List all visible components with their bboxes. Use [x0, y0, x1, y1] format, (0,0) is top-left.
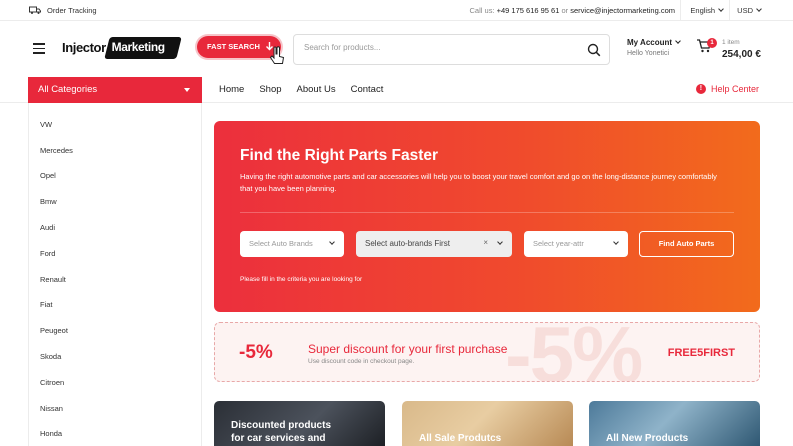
category-item-audi[interactable]: Audi	[40, 223, 55, 232]
auto-model-select[interactable]: Select auto-brands First ×	[356, 231, 512, 257]
category-item-nissan[interactable]: Nissan	[40, 404, 63, 413]
contact-prefix: Call us:	[469, 6, 495, 15]
year-select[interactable]: Select year-attr	[524, 231, 628, 257]
logo-badge: Marketing	[104, 37, 182, 59]
nav-shop[interactable]: Shop	[259, 84, 281, 95]
promo-card-title-line2: for car services and	[231, 433, 326, 444]
promo-card-title: Discounted products	[231, 420, 332, 431]
category-item-mercedes[interactable]: Mercedes	[40, 146, 73, 155]
truck-icon	[29, 6, 41, 14]
logo-text-injector: Injector	[62, 40, 106, 55]
promo-card-title: All Sale Produtcs	[419, 433, 502, 444]
chevron-down-icon	[718, 6, 724, 12]
cart-count-badge: 1	[707, 38, 717, 48]
triangle-down-icon	[184, 88, 190, 92]
contact-or: or	[561, 6, 569, 15]
contact-info: Call us: +49 175 616 95 61 or service@in…	[470, 6, 675, 15]
logo-text-marketing: Marketing	[111, 40, 165, 54]
currency-selector[interactable]: USD	[737, 6, 762, 15]
category-item-honda[interactable]: Honda	[40, 429, 62, 438]
category-item-fiat[interactable]: Fiat	[40, 300, 53, 309]
chevron-down-icon	[497, 239, 503, 245]
order-tracking-label: Order Tracking	[47, 5, 97, 15]
discount-code: FREE5FIRST	[667, 347, 735, 359]
parts-finder-hero: Find the Right Parts Faster Having the r…	[214, 121, 760, 312]
fast-search-label: FAST SEARCH	[207, 42, 260, 51]
hero-description: Having the right automotive parts and ca…	[240, 172, 717, 193]
nav-home[interactable]: Home	[219, 84, 244, 95]
auto-model-select-value: Select auto-brands First	[365, 239, 450, 248]
hero-title: Find the Right Parts Faster	[240, 147, 439, 164]
year-select-value: Select year-attr	[533, 239, 584, 248]
contact-email[interactable]: service@injectormarketing.com	[570, 6, 675, 15]
auto-brand-select-value: Select Auto Brands	[249, 239, 313, 248]
category-item-opel[interactable]: Opel	[40, 171, 56, 180]
category-item-bmw[interactable]: Bmw	[40, 197, 57, 206]
promo-card-discounted[interactable]: Discounted products for car services and	[214, 401, 385, 446]
chevron-down-icon	[329, 239, 335, 245]
discount-percent: -5%	[239, 342, 273, 363]
order-tracking-link[interactable]: Order Tracking	[29, 5, 97, 15]
help-center-label: Help Center	[710, 84, 759, 94]
cart-total: 254,00 €	[722, 49, 761, 60]
discount-banner[interactable]: -5% -5% Super discount for your first pu…	[214, 322, 760, 382]
help-center-link[interactable]: ! Help Center	[695, 84, 759, 94]
all-categories-button[interactable]: All Categories	[28, 77, 202, 103]
chevron-down-icon	[756, 6, 762, 12]
nav-about-us[interactable]: About Us	[297, 84, 336, 95]
discount-headline: Super discount for your first purchase	[308, 342, 508, 356]
search-input[interactable]	[304, 43, 554, 52]
category-item-ford[interactable]: Ford	[40, 249, 55, 258]
discount-subtext: Use discount code in checkout page.	[308, 358, 415, 365]
chevron-down-icon	[613, 239, 619, 245]
category-item-citroen[interactable]: Citroen	[40, 378, 64, 387]
currency-value: USD	[737, 6, 753, 15]
clear-icon[interactable]: ×	[483, 238, 488, 247]
account-title: My Account	[627, 38, 673, 47]
nav-contact[interactable]: Contact	[351, 84, 384, 95]
account-user: Hello Yonetici	[627, 50, 670, 57]
promo-card-title: All New Products	[606, 433, 689, 444]
cursor-icon	[269, 46, 285, 64]
language-selector[interactable]: English	[690, 6, 724, 15]
hero-divider	[240, 212, 734, 213]
cart-summary[interactable]: 1 item 254,00 €	[722, 39, 761, 60]
logo[interactable]: Injector Marketing	[62, 37, 182, 59]
category-item-renault[interactable]: Renault	[40, 275, 66, 284]
category-sidebar: VW Mercedes Opel Bmw Audi Ford Renault F…	[28, 103, 202, 446]
promo-card-sale[interactable]: All Sale Produtcs	[402, 401, 573, 446]
top-bar: Order Tracking Call us: +49 175 616 95 6…	[0, 0, 793, 21]
category-item-skoda[interactable]: Skoda	[40, 352, 61, 361]
language-value: English	[690, 6, 715, 15]
find-auto-parts-button[interactable]: Find Auto Parts	[639, 231, 734, 257]
search-bar	[293, 34, 610, 65]
menu-icon[interactable]	[33, 43, 45, 54]
contact-phone[interactable]: +49 175 616 95 61	[497, 6, 560, 15]
category-item-peugeot[interactable]: Peugeot	[40, 326, 68, 335]
search-icon[interactable]	[587, 43, 601, 57]
menu-links: Home Shop About Us Contact	[219, 84, 383, 95]
auto-brand-select[interactable]: Select Auto Brands	[240, 231, 344, 257]
topbar-divider	[680, 0, 681, 21]
my-account-menu[interactable]: My Account Hello Yonetici	[627, 38, 681, 57]
cart-item-count: 1 item	[722, 39, 740, 46]
chevron-down-icon	[675, 38, 681, 44]
header: Injector Marketing FAST SEARCH My Accoun…	[0, 22, 793, 77]
topbar-divider	[729, 0, 730, 21]
hero-note: Please fill in the criteria you are look…	[240, 276, 363, 283]
main-navigation: All Categories Home Shop About Us Contac…	[0, 77, 793, 103]
discount-background-text: -5%	[505, 322, 643, 382]
info-icon: !	[695, 84, 706, 94]
all-categories-label: All Categories	[38, 84, 98, 95]
promo-card-new[interactable]: All New Products	[589, 401, 760, 446]
category-item-vw[interactable]: VW	[40, 120, 52, 129]
